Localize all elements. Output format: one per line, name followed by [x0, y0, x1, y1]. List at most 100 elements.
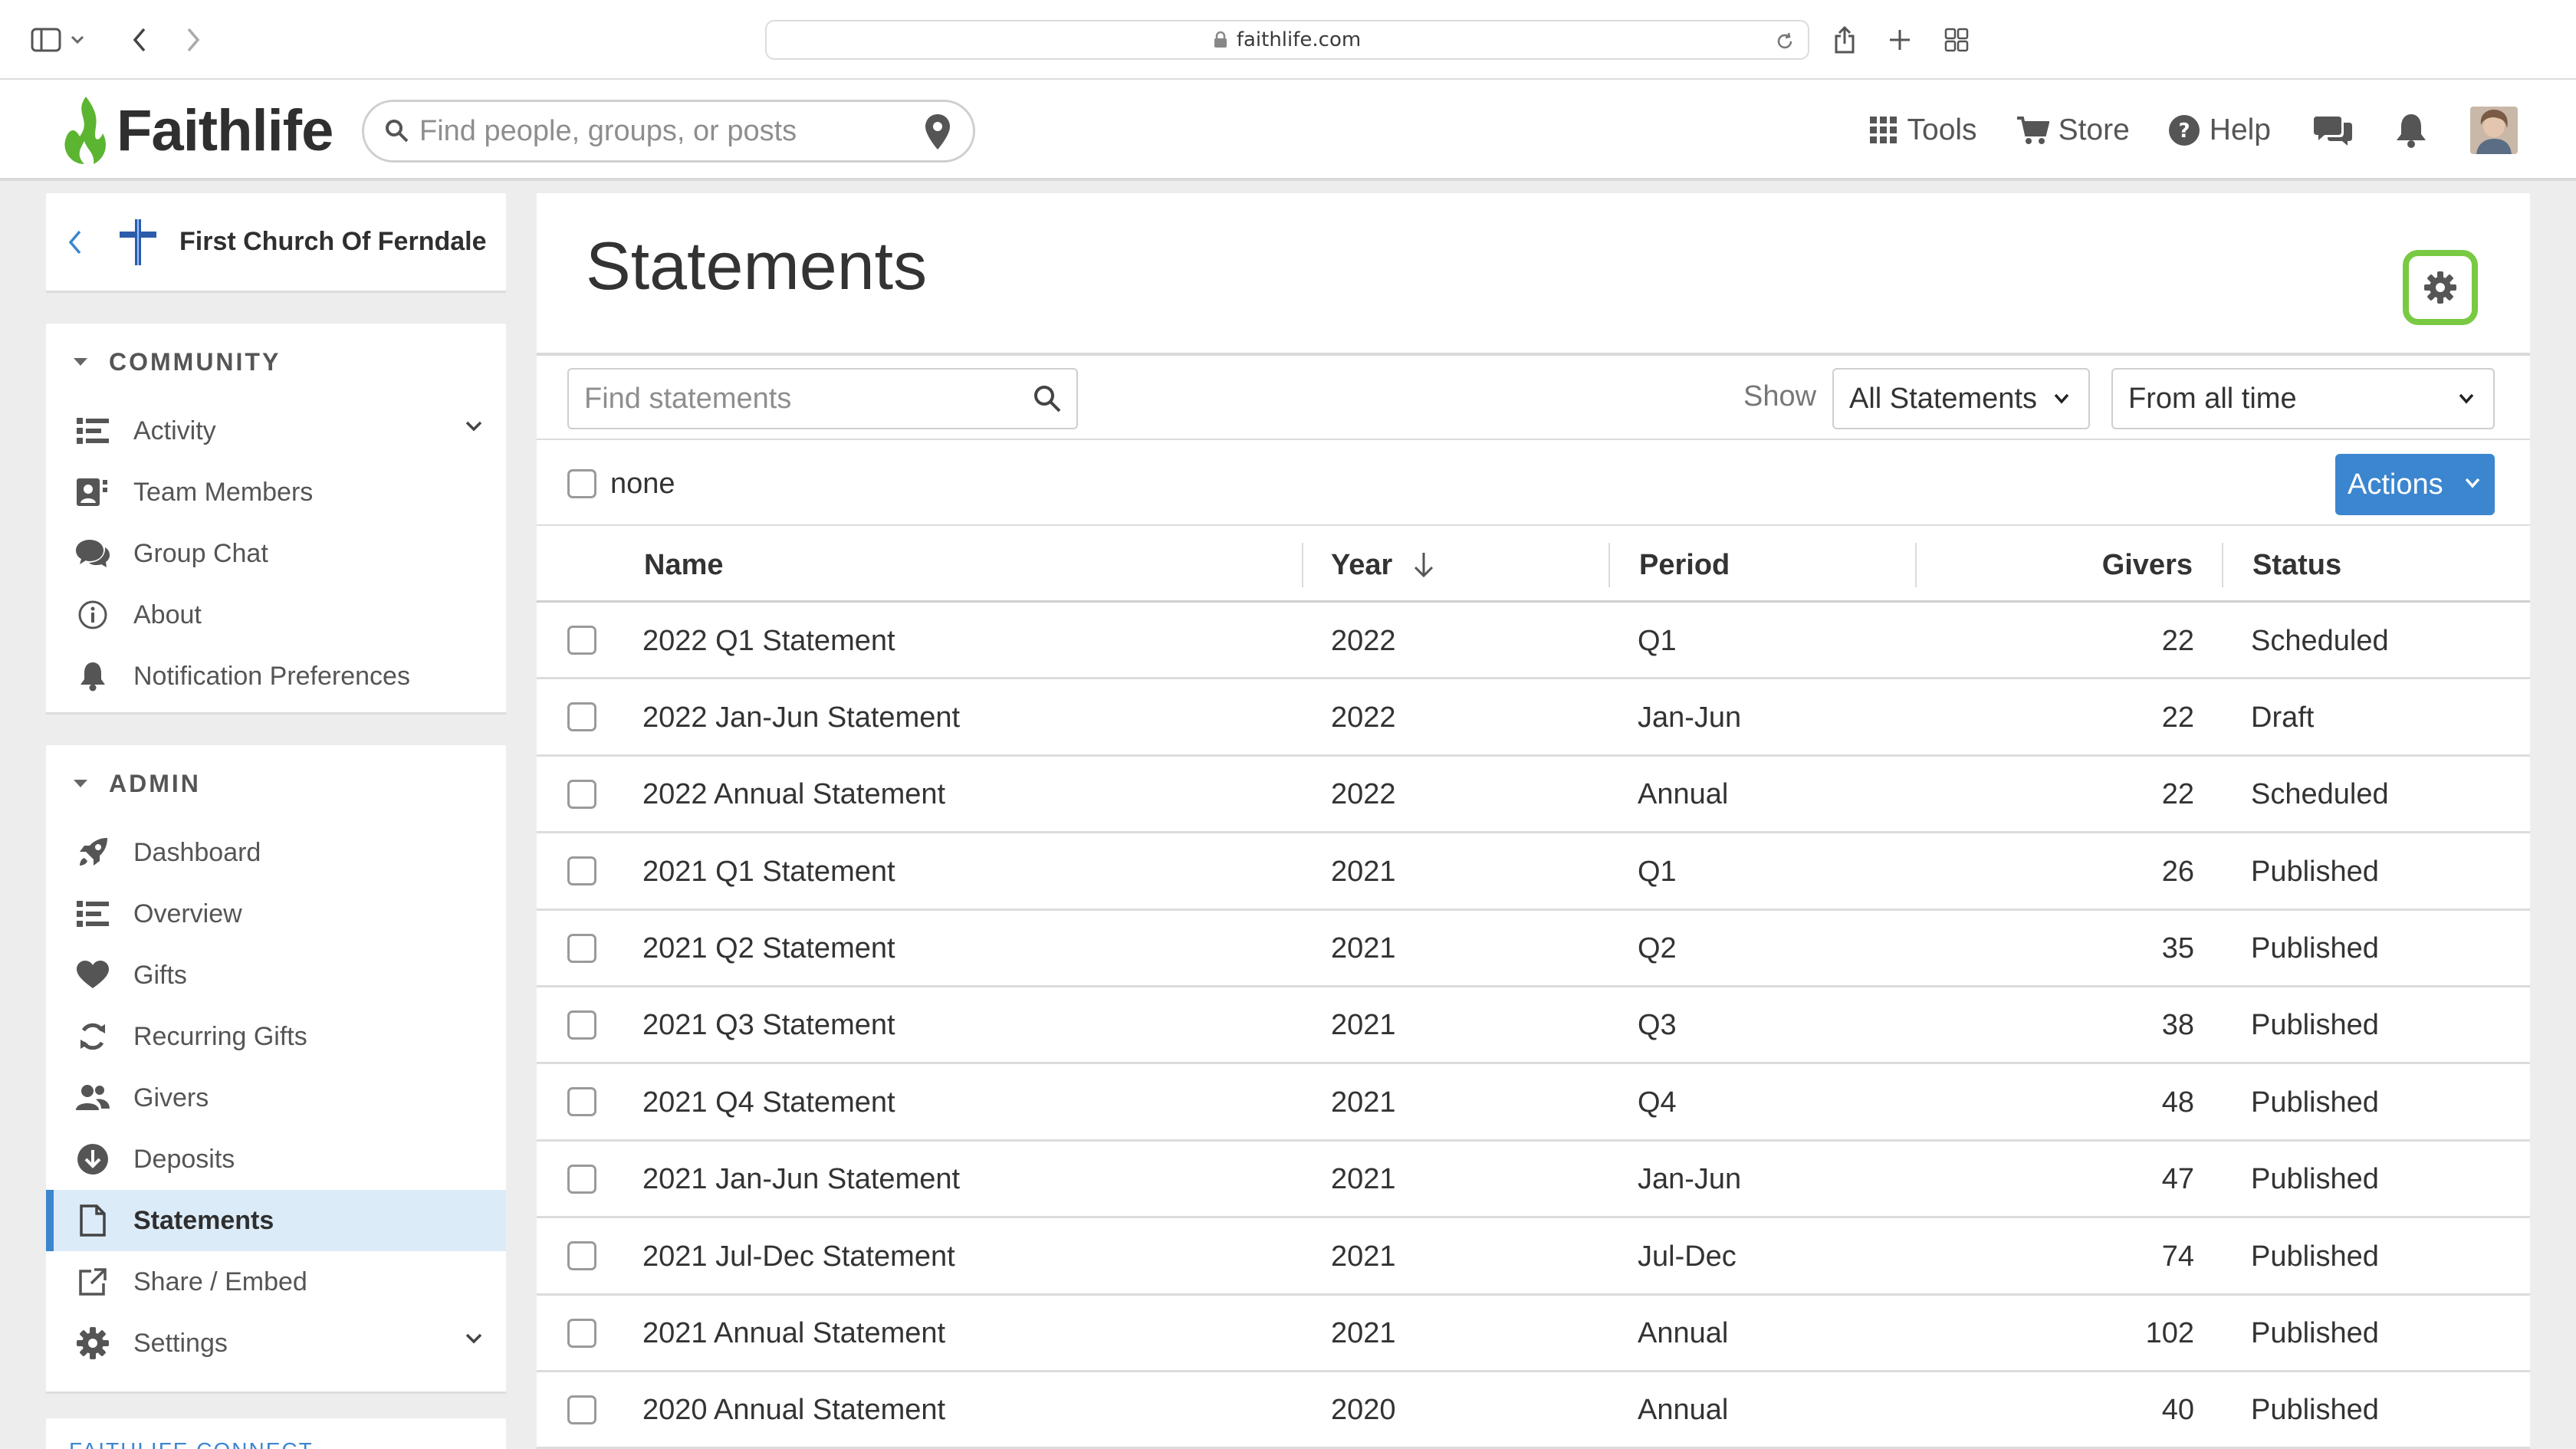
admin-header[interactable]: ADMIN — [46, 745, 506, 822]
select-all-checkbox[interactable] — [567, 469, 596, 498]
forward-arrow-icon[interactable] — [173, 20, 213, 60]
user-avatar[interactable] — [2470, 107, 2518, 154]
table-row[interactable]: 2022 Jan-Jun Statement 2022 Jan-Jun 22 D… — [537, 679, 2530, 757]
sidebar-item-gifts[interactable]: Gifts — [46, 945, 506, 1006]
share-browser-icon[interactable] — [1825, 20, 1865, 60]
page-title: Statements — [586, 228, 928, 304]
statement-period: Q3 — [1638, 1009, 1677, 1042]
sidebar-item-label: Givers — [133, 1083, 209, 1112]
row-checkbox[interactable] — [567, 626, 596, 655]
column-header-year[interactable]: Year — [1331, 527, 1435, 603]
sidebar-item-share-embed[interactable]: Share / Embed — [46, 1251, 506, 1313]
row-checkbox[interactable] — [567, 856, 596, 886]
find-statements-input[interactable] — [584, 382, 1014, 416]
time-range-select[interactable]: From all time — [2111, 368, 2495, 429]
sidebar-item-overview[interactable]: Overview — [46, 883, 506, 945]
table-row[interactable]: 2021 Jan-Jun Statement 2021 Jan-Jun 47 P… — [537, 1142, 2530, 1219]
sidebar-item-dashboard[interactable]: Dashboard — [46, 822, 506, 883]
statement-name[interactable]: 2021 Jul-Dec Statement — [642, 1218, 955, 1295]
table-row[interactable]: 2021 Q4 Statement 2021 Q4 48 Published — [537, 1064, 2530, 1142]
document-icon — [75, 1203, 110, 1238]
statement-type-select[interactable]: All Statements — [1832, 368, 2090, 429]
sidebar-toggle-icon[interactable] — [26, 20, 66, 60]
sidebar-item-statements[interactable]: Statements — [46, 1190, 506, 1251]
table-row[interactable]: 2021 Annual Statement 2021 Annual 102 Pu… — [537, 1296, 2530, 1372]
statement-name[interactable]: 2021 Q4 Statement — [642, 1064, 895, 1141]
global-search[interactable] — [362, 100, 975, 163]
statement-year: 2021 — [1331, 1009, 1396, 1042]
row-checkbox[interactable] — [567, 1395, 596, 1424]
sidebar-item-givers[interactable]: Givers — [46, 1067, 506, 1129]
column-header-status[interactable]: Status — [2252, 527, 2341, 603]
back-arrow-icon[interactable] — [120, 20, 159, 60]
statement-period: Annual — [1638, 1317, 1729, 1350]
sidebar-item-team-members[interactable]: Team Members — [46, 462, 506, 523]
find-statements-field[interactable] — [567, 368, 1078, 429]
community-header[interactable]: COMMUNITY — [46, 324, 506, 400]
statement-givers: 22 — [2161, 701, 2194, 734]
sidebar-item-notification-preferences[interactable]: Notification Preferences — [46, 646, 506, 707]
messages-button[interactable] — [2314, 113, 2352, 147]
sidebar-item-group-chat[interactable]: Group Chat — [46, 523, 506, 584]
sidebar-item-recurring-gifts[interactable]: Recurring Gifts — [46, 1006, 506, 1067]
statement-status: Published — [2251, 1394, 2379, 1427]
row-checkbox[interactable] — [567, 933, 596, 963]
statement-name[interactable]: 2021 Q2 Statement — [642, 911, 895, 987]
tab-overview-icon[interactable] — [1937, 20, 1976, 60]
statement-name[interactable]: 2021 Q3 Statement — [642, 987, 895, 1064]
statement-name[interactable]: 2021 Q1 Statement — [642, 833, 895, 910]
selection-count-label: none — [610, 468, 675, 500]
sidebar-item-activity[interactable]: Activity — [46, 400, 506, 462]
statement-status: Published — [2251, 1317, 2379, 1350]
reload-icon[interactable] — [1774, 31, 1796, 52]
column-header-label: Period — [1639, 548, 1730, 581]
table-row[interactable]: 2022 Annual Statement 2022 Annual 22 Sch… — [537, 757, 2530, 834]
faithlife-logo[interactable]: Faithlife — [58, 90, 334, 170]
table-row[interactable]: 2021 Q2 Statement 2021 Q2 35 Published — [537, 911, 2530, 987]
statements-panel: Statements Show All Statements From all … — [537, 193, 2530, 1449]
store-link[interactable]: Store — [2016, 113, 2130, 147]
statement-year: 2021 — [1331, 932, 1396, 965]
statement-name[interactable]: 2022 Q1 Statement — [642, 603, 895, 679]
table-row[interactable]: 2020 Annual Statement 2020 Annual 40 Pub… — [537, 1372, 2530, 1449]
statement-name[interactable]: 2021 Jan-Jun Statement — [642, 1142, 960, 1218]
column-header-name[interactable]: Name — [644, 527, 724, 603]
actions-button[interactable]: Actions — [2335, 454, 2495, 515]
sidebar-item-about[interactable]: About — [46, 584, 506, 646]
row-checkbox[interactable] — [567, 702, 596, 732]
sidebar-item-settings[interactable]: Settings — [46, 1313, 506, 1374]
help-link[interactable]: ? Help — [2168, 113, 2271, 147]
location-pin-icon[interactable] — [924, 113, 951, 151]
row-checkbox[interactable] — [567, 1164, 596, 1194]
row-checkbox[interactable] — [567, 1010, 596, 1040]
row-checkbox[interactable] — [567, 1087, 596, 1117]
global-search-input[interactable] — [419, 114, 879, 148]
search-icon[interactable] — [1032, 383, 1063, 414]
chevron-down-icon[interactable] — [465, 1332, 483, 1345]
table-row[interactable]: 2021 Q1 Statement 2021 Q1 26 Published — [537, 833, 2530, 911]
sidebar-item-deposits[interactable]: Deposits — [46, 1129, 506, 1190]
connect-header-label[interactable]: FAITHLIFE CONNECT — [69, 1438, 314, 1449]
new-tab-icon[interactable] — [1880, 20, 1920, 60]
chevron-down-icon — [2465, 478, 2480, 488]
table-row[interactable]: 2021 Q3 Statement 2021 Q3 38 Published — [537, 987, 2530, 1065]
table-row[interactable]: 2022 Q1 Statement 2022 Q1 22 Scheduled — [537, 603, 2530, 680]
chevron-down-icon[interactable] — [66, 20, 89, 60]
statement-name[interactable]: 2021 Annual Statement — [642, 1296, 945, 1372]
row-checkbox[interactable] — [567, 779, 596, 809]
statement-year: 2021 — [1331, 1240, 1396, 1273]
statement-name[interactable]: 2022 Jan-Jun Statement — [642, 679, 960, 756]
notifications-button[interactable] — [2395, 113, 2427, 148]
column-header-period[interactable]: Period — [1639, 527, 1730, 603]
tools-link[interactable]: Tools — [1869, 113, 1977, 147]
statement-name[interactable]: 2020 Annual Statement — [642, 1372, 945, 1449]
row-checkbox[interactable] — [567, 1241, 596, 1271]
row-checkbox[interactable] — [567, 1318, 596, 1348]
address-bar[interactable]: faithlife.com — [765, 20, 1809, 60]
column-header-givers[interactable]: Givers — [1932, 527, 2193, 603]
statement-settings-button[interactable] — [2403, 250, 2478, 325]
statement-name[interactable]: 2022 Annual Statement — [642, 757, 945, 833]
back-button[interactable] — [67, 229, 98, 255]
chevron-down-icon[interactable] — [465, 420, 483, 432]
table-row[interactable]: 2021 Jul-Dec Statement 2021 Jul-Dec 74 P… — [537, 1218, 2530, 1296]
